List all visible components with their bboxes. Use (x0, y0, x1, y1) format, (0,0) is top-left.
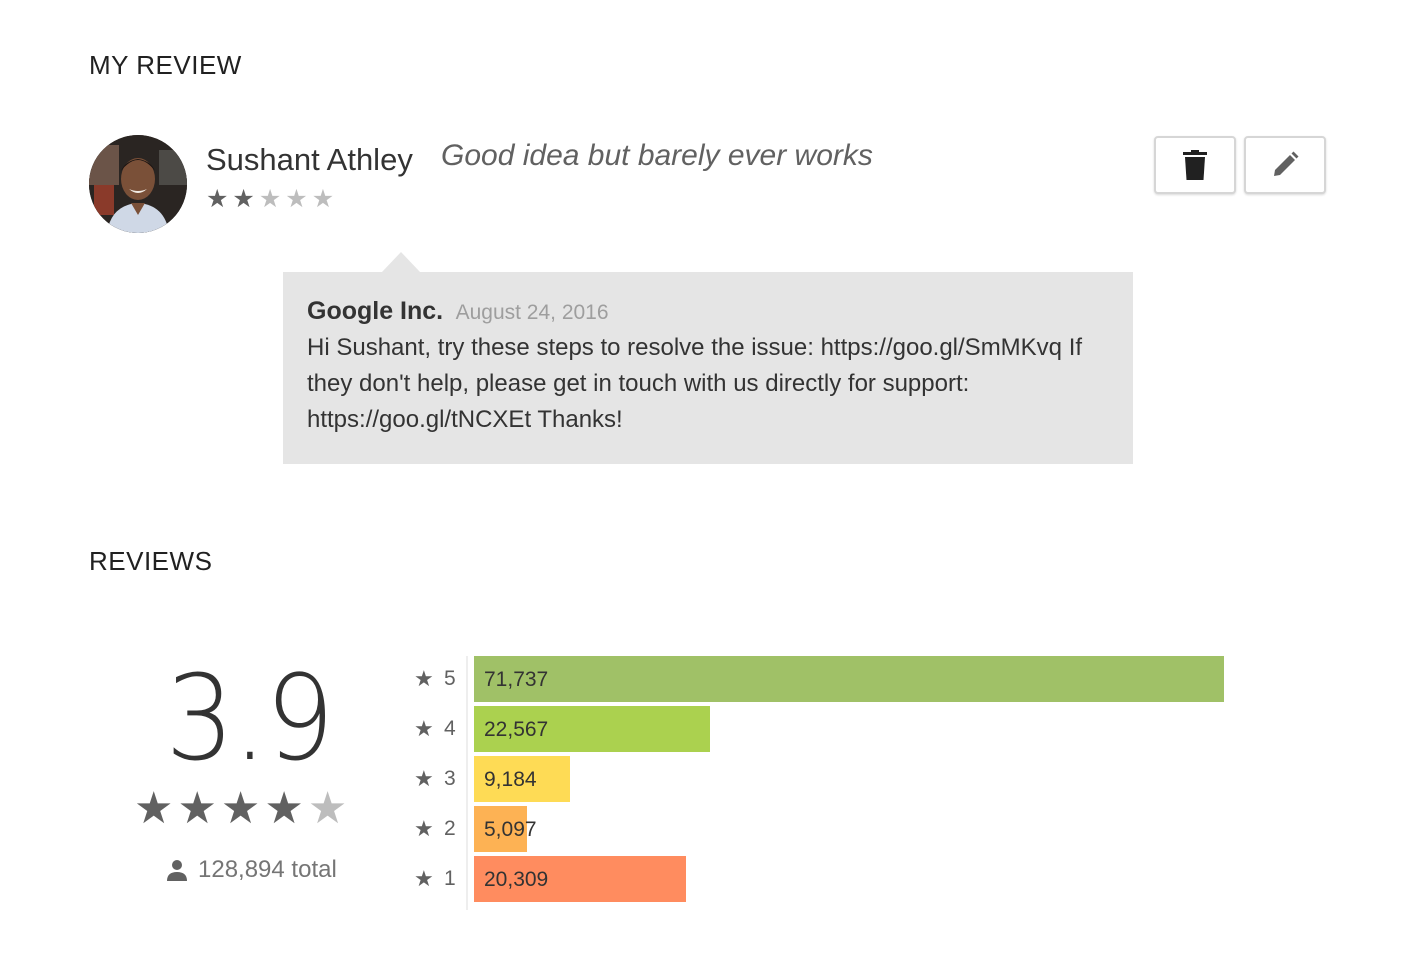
developer-reply: Google Inc. August 24, 2016 Hi Sushant, … (283, 272, 1133, 464)
user-rating-stars: ★ ★ ★ ★ ★ (206, 187, 334, 212)
histogram-row-label: ★ 3 (414, 756, 476, 802)
star-filled-icon: ★ (220, 784, 261, 833)
trash-icon (1183, 150, 1207, 180)
histogram-row-label: ★ 1 (414, 856, 476, 902)
histogram-count-label: 20,309 (484, 868, 549, 891)
app-review-page: MY REVIEW Sushant Athley Good idea but b… (0, 0, 1414, 956)
star-filled-icon: ★ (177, 784, 217, 833)
star-filled-icon: ★ (264, 784, 304, 833)
star-icon: ★ (414, 716, 434, 741)
histogram-star-level: 4 (444, 717, 456, 740)
edit-review-button[interactable] (1244, 136, 1326, 194)
star-filled-icon: ★ (232, 185, 255, 213)
avatar-image (89, 135, 187, 233)
histogram-bar (474, 656, 1224, 702)
total-reviews: 128,894 total (166, 856, 337, 884)
histogram-count-label: 5,097 (484, 818, 537, 841)
histogram-count-label: 71,737 (484, 668, 549, 691)
star-icon: ★ (414, 666, 434, 691)
reply-pointer (382, 252, 420, 272)
histogram-star-level: 2 (444, 817, 456, 840)
histogram-count-label: 9,184 (484, 768, 537, 791)
histogram-star-level: 1 (444, 867, 456, 890)
histogram-star-level: 5 (444, 667, 456, 690)
star-empty-icon: ★ (285, 185, 308, 213)
histogram-row-label: ★ 2 (414, 806, 476, 852)
delete-review-button[interactable] (1154, 136, 1236, 194)
star-empty-icon: ★ (307, 784, 348, 833)
histogram-row-label: ★ 5 (414, 656, 476, 702)
developer-name: Google Inc. (307, 297, 444, 325)
my-review-heading: MY REVIEW (89, 50, 242, 80)
star-empty-icon: ★ (311, 185, 335, 213)
histogram-count-label: 22,567 (484, 718, 549, 741)
person-icon (167, 860, 187, 881)
reply-text: Hi Sushant, try these steps to resolve t… (307, 334, 1083, 433)
star-icon: ★ (414, 866, 434, 891)
star-icon: ★ (414, 816, 434, 841)
avatar (89, 135, 187, 233)
histogram-star-level: 3 (444, 767, 456, 790)
pencil-icon (1274, 151, 1299, 176)
average-score: 3.9 (165, 649, 334, 787)
star-filled-icon: ★ (206, 185, 229, 213)
star-empty-icon: ★ (258, 185, 282, 213)
star-filled-icon: ★ (134, 784, 174, 833)
review-title: Good idea but barely ever works (441, 139, 873, 172)
reply-date: August 24, 2016 (455, 301, 609, 324)
histogram-row-label: ★ 4 (414, 706, 476, 752)
reviewer-name: Sushant Athley (206, 142, 413, 177)
average-rating-stars: ★ ★ ★ ★ ★ (134, 786, 347, 832)
reviews-heading: REVIEWS (89, 546, 213, 576)
star-icon: ★ (414, 766, 434, 791)
total-reviews-label: 128,894 total (198, 856, 337, 883)
reply-header: Google Inc. August 24, 2016 (307, 297, 1109, 326)
